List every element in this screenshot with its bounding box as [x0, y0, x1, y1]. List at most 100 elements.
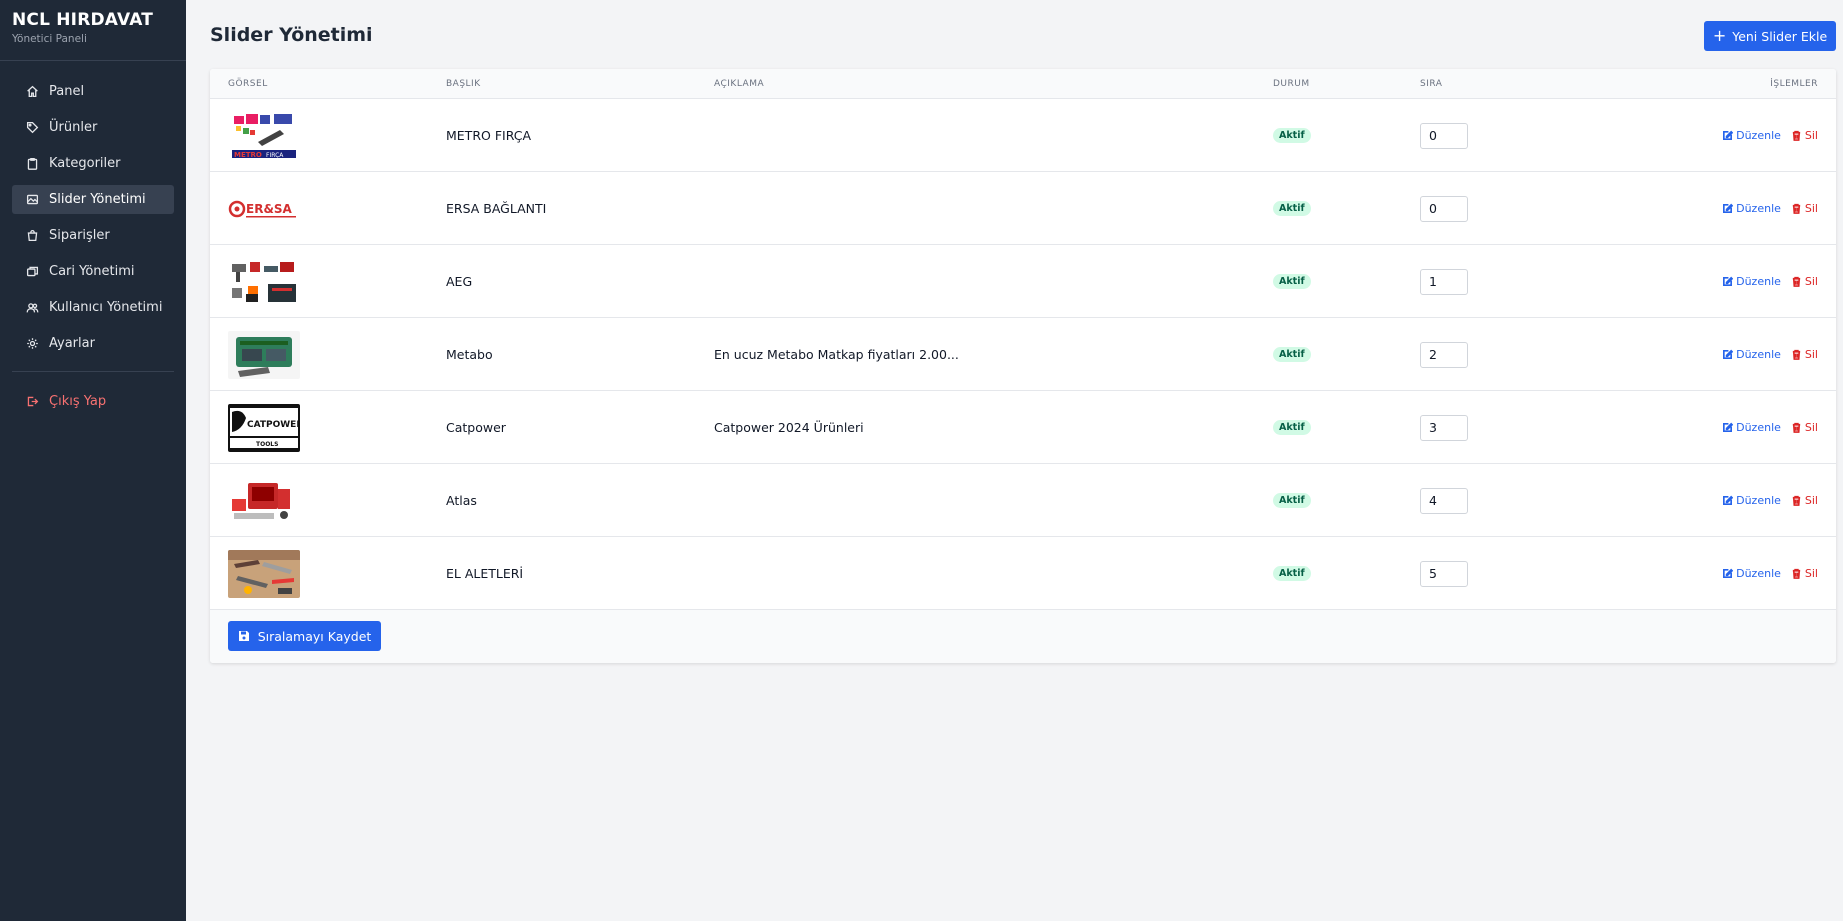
logout-button[interactable]: Çıkış Yap: [12, 387, 174, 416]
add-slider-button[interactable]: + Yeni Slider Ekle: [1704, 21, 1836, 51]
sidebar-item-label: Siparişler: [49, 228, 110, 243]
clipboard-icon: [25, 157, 39, 171]
edit-icon: [1723, 422, 1734, 432]
delete-button[interactable]: Sil: [1791, 348, 1818, 361]
sidebar-item-label: Ürünler: [49, 120, 98, 135]
slider-description: En ucuz Metabo Matkap fiyatları 2.00...: [714, 347, 959, 362]
slider-title: AEG: [446, 274, 473, 289]
trash-icon: [1792, 276, 1801, 287]
edit-button[interactable]: Düzenle: [1722, 129, 1781, 142]
order-input[interactable]: [1420, 268, 1468, 295]
status-badge: Aktif: [1273, 566, 1311, 581]
edit-button[interactable]: Düzenle: [1722, 348, 1781, 361]
plus-icon: +: [1712, 26, 1727, 45]
slider-title: Catpower: [446, 420, 506, 435]
status-badge: Aktif: [1273, 493, 1311, 508]
trash-icon: [1792, 568, 1801, 579]
row-actions: Düzenle Sil: [1722, 537, 1818, 610]
page-title: Slider Yönetimi: [210, 24, 373, 46]
sidebar-item-panel[interactable]: Panel: [12, 77, 174, 106]
slider-title: Metabo: [446, 347, 493, 362]
slider-thumbnail: [228, 549, 300, 598]
edit-icon: [1723, 130, 1734, 140]
delete-button[interactable]: Sil: [1791, 275, 1818, 288]
column-header-order: SIRA: [1420, 79, 1443, 89]
trash-icon: [1792, 495, 1801, 506]
edit-icon: [1723, 495, 1734, 505]
edit-button[interactable]: Düzenle: [1722, 567, 1781, 580]
tag-icon: [25, 121, 39, 135]
thumb-text: METRO: [234, 151, 262, 159]
sidebar-item-label: Slider Yönetimi: [49, 192, 146, 207]
edit-button[interactable]: Düzenle: [1722, 494, 1781, 507]
table-row: CATPOWER TOOLS Catpower Catpower 2024 Ür…: [210, 391, 1836, 464]
home-icon: [25, 85, 39, 99]
edit-button[interactable]: Düzenle: [1722, 421, 1781, 434]
table-row: ER&SA ERSA BAĞLANTI Aktif Düzenle Sil: [210, 172, 1836, 245]
row-actions: Düzenle Sil: [1722, 464, 1818, 537]
order-input[interactable]: [1420, 341, 1468, 368]
thumb-text: TOOLS: [256, 441, 278, 448]
delete-button[interactable]: Sil: [1791, 421, 1818, 434]
delete-button[interactable]: Sil: [1791, 494, 1818, 507]
slider-title: EL ALETLERİ: [446, 566, 524, 581]
table-row: Atlas Aktif Düzenle Sil: [210, 464, 1836, 537]
order-input[interactable]: [1420, 414, 1468, 441]
column-header-image: GÖRSEL: [228, 79, 268, 89]
table-row: EL ALETLERİ Aktif Düzenle Sil: [210, 537, 1836, 610]
sidebar-item-settings[interactable]: Ayarlar: [12, 329, 174, 358]
edit-icon: [1723, 568, 1734, 578]
status-badge: Aktif: [1273, 274, 1311, 289]
order-input[interactable]: [1420, 122, 1468, 149]
edit-button[interactable]: Düzenle: [1722, 275, 1781, 288]
row-actions: Düzenle Sil: [1722, 172, 1818, 245]
delete-button[interactable]: Sil: [1791, 567, 1818, 580]
sidebar-item-users[interactable]: Kullanıcı Yönetimi: [12, 293, 174, 322]
slider-title: ERSA BAĞLANTI: [446, 201, 547, 216]
status-badge: Aktif: [1273, 420, 1311, 435]
image-icon: [25, 193, 39, 207]
table-footer: Sıralamayı Kaydet: [210, 610, 1836, 663]
edit-icon: [1723, 276, 1734, 286]
sidebar-divider: [12, 371, 174, 372]
row-actions: Düzenle Sil: [1722, 318, 1818, 391]
sidebar: NCL HIRDAVAT Yönetici Paneli Panel Ürünl…: [0, 0, 186, 921]
main-content: Slider Yönetimi + Yeni Slider Ekle GÖRSE…: [186, 0, 1843, 921]
slider-table: GÖRSEL BAŞLIK AÇIKLAMA DURUM SIRA İŞLEML…: [210, 69, 1836, 663]
sidebar-item-orders[interactable]: Siparişler: [12, 221, 174, 250]
slider-thumbnail: METRO FIRÇA: [228, 111, 300, 160]
trash-icon: [1792, 130, 1801, 141]
delete-button[interactable]: Sil: [1791, 129, 1818, 142]
sidebar-item-label: Cari Yönetimi: [49, 264, 135, 279]
save-icon: [238, 631, 249, 641]
order-input[interactable]: [1420, 195, 1468, 222]
sidebar-item-label: Ayarlar: [49, 336, 95, 351]
delete-button[interactable]: Sil: [1791, 202, 1818, 215]
sidebar-item-products[interactable]: Ürünler: [12, 113, 174, 142]
row-actions: Düzenle Sil: [1722, 245, 1818, 318]
trash-icon: [1792, 349, 1801, 360]
slider-thumbnail: [228, 476, 300, 525]
slider-title: METRO FIRÇA: [446, 128, 532, 143]
order-input[interactable]: [1420, 560, 1468, 587]
order-input[interactable]: [1420, 487, 1468, 514]
edit-button[interactable]: Düzenle: [1722, 202, 1781, 215]
save-order-label: Sıralamayı Kaydet: [257, 628, 372, 644]
trash-icon: [1792, 203, 1801, 214]
save-order-button[interactable]: Sıralamayı Kaydet: [228, 621, 381, 651]
column-header-actions: İŞLEMLER: [1770, 79, 1818, 89]
brand-title: NCL HIRDAVAT: [12, 10, 154, 30]
slider-title: Atlas: [446, 493, 477, 508]
sidebar-item-slider[interactable]: Slider Yönetimi: [12, 185, 174, 214]
brand-subtitle: Yönetici Paneli: [12, 33, 87, 45]
trash-icon: [1792, 422, 1801, 433]
users-icon: [25, 301, 39, 315]
column-header-title: BAŞLIK: [446, 79, 481, 89]
brand: NCL HIRDAVAT Yönetici Paneli: [0, 0, 186, 61]
sidebar-item-accounts[interactable]: Cari Yönetimi: [12, 257, 174, 286]
edit-icon: [1723, 349, 1734, 359]
sidebar-item-label: Panel: [49, 84, 85, 99]
sidebar-item-categories[interactable]: Kategoriler: [12, 149, 174, 178]
slider-description: Catpower 2024 Ürünleri: [714, 420, 864, 435]
shopping-bag-icon: [25, 229, 39, 243]
